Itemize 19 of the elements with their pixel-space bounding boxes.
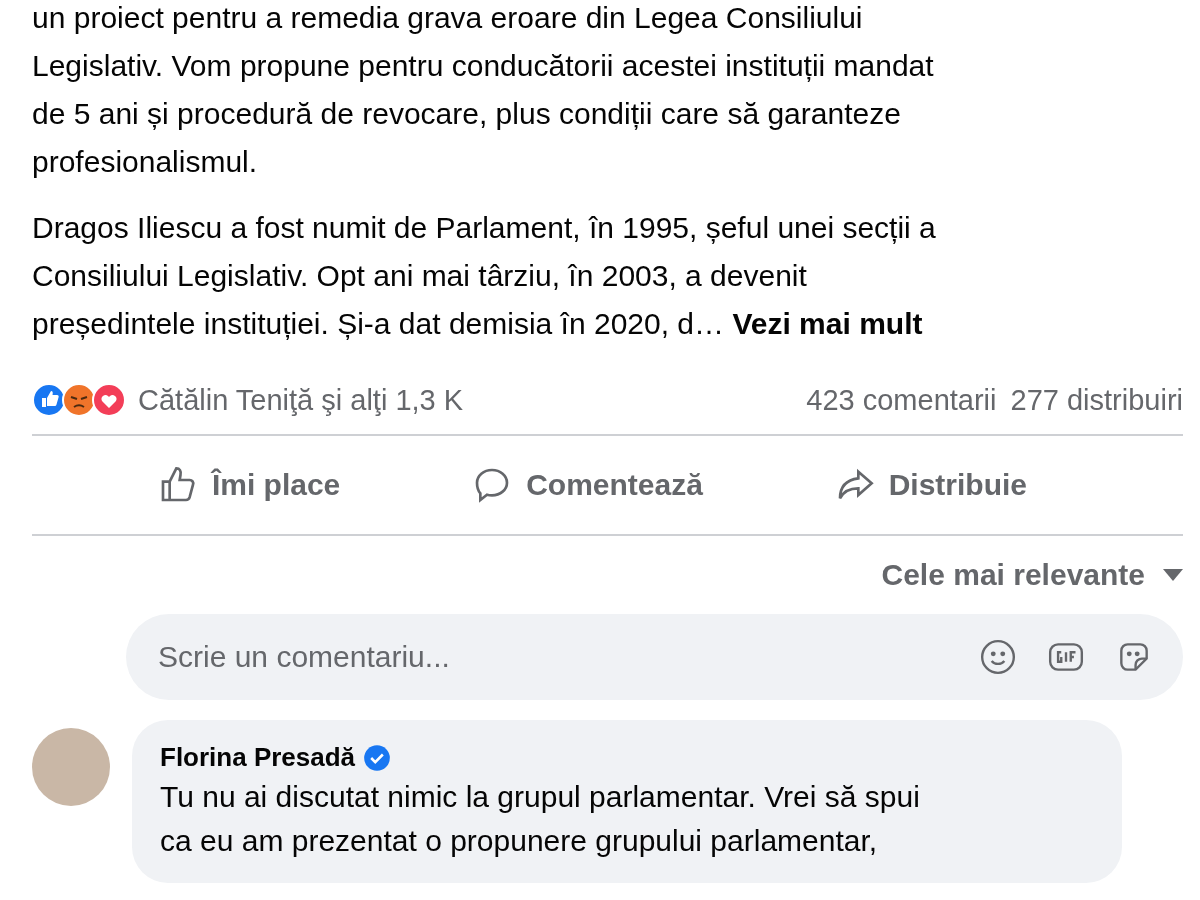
like-reaction-icon xyxy=(32,383,66,417)
comment-field[interactable]: Scrie un comentariu... xyxy=(126,614,1183,700)
reactions-summary[interactable]: Cătălin Teniţă şi alţi 1,3 K xyxy=(138,383,464,417)
see-more-link[interactable]: Vezi mai mult xyxy=(732,307,923,340)
comments-count[interactable]: 423 comentarii xyxy=(806,383,997,417)
caret-icon xyxy=(1163,569,1183,581)
sort-dropdown[interactable]: Cele mai relevante xyxy=(881,558,1183,592)
comment-text: Tu nu ai discutat nimic la grupul parlamentar. Vrei să spui ca eu am prezentat o propunere grupului parlamentar, xyxy=(160,779,921,859)
comment-author[interactable]: Florina Presadă xyxy=(160,742,356,773)
love-reaction-icon xyxy=(92,383,126,417)
comment-button[interactable]: Comentează xyxy=(462,457,713,513)
shares-count[interactable]: 277 distribuiri xyxy=(1010,383,1183,417)
post-paragraph: Dragos Iliescu a fost numit de Parlament, în 1995, șeful unei secții a Consiliului Legislativ. Opt ani mai târziu, în 2003, a devenit președintele instituției. Și-a dat demisia în 2020, d… Vezi mai mult xyxy=(32,210,937,342)
emoji-icon[interactable] xyxy=(979,638,1017,676)
comment-input[interactable]: Scrie un comentariu... xyxy=(156,639,979,675)
share-button[interactable]: Distribuie xyxy=(824,457,1038,513)
like-button[interactable]: Îmi place xyxy=(147,457,351,513)
angry-reaction-icon xyxy=(62,383,96,417)
post-paragraph: un proiect pentru a remedia grava eroare din Legea Consiliului Legislativ. Vom propune pentru conducătorii acestei instituții mandat de 5 ani și procedură de revocare, plus condiții care să garanteze profesionalismul. xyxy=(32,0,935,180)
